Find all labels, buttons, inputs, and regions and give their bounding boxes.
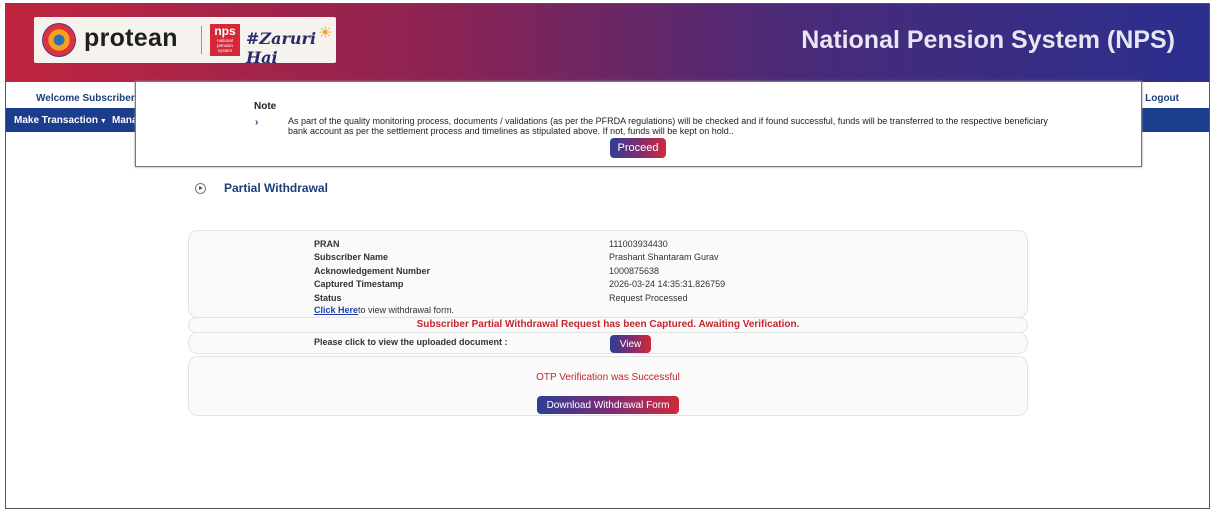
click-here-link[interactable]: Click Here — [314, 305, 358, 315]
detail-label: PRAN — [314, 239, 340, 249]
chevron-right-icon: › — [255, 117, 259, 128]
brand-name: protean — [84, 24, 178, 52]
sun-rays-icon: ☀ — [318, 25, 333, 42]
protean-logo-icon — [42, 23, 76, 57]
logo-divider — [201, 26, 202, 54]
otp-message: OTP Verification was Successful — [536, 372, 680, 383]
captured-message: Subscriber Partial Withdrawal Request ha… — [416, 319, 800, 330]
note-modal: Note › As part of the quality monitoring… — [135, 81, 1142, 167]
detail-value: Request Processed — [609, 293, 688, 303]
view-form-line: Click Hereto view withdrawal form. — [314, 305, 454, 315]
nps-logo-sub: national pension system — [217, 38, 233, 53]
nps-logo-main: nps — [214, 24, 236, 38]
detail-value: 111003934430 — [609, 239, 668, 249]
detail-value: 1000875638 — [609, 266, 660, 276]
download-withdrawal-form-button[interactable]: Download Withdrawal Form — [537, 396, 679, 414]
section-bullet-icon — [195, 183, 206, 194]
caret-down-icon: ▼ — [99, 118, 107, 125]
detail-value: Prashant Shantaram Gurav — [609, 252, 719, 262]
detail-label: Acknowledgement Number — [314, 266, 431, 276]
welcome-text: Welcome Subscriber- — [36, 93, 139, 104]
detail-value: 2026-03-24 14:35:31.826759 — [609, 279, 726, 289]
detail-label: Captured Timestamp — [314, 279, 404, 289]
logo-box: protean nps national pension system #Zar… — [34, 17, 336, 67]
nav-item-make-transaction[interactable]: Make Transaction ▼ — [14, 115, 107, 126]
view-button[interactable]: View — [610, 335, 651, 353]
detail-label: Subscriber Name — [314, 252, 389, 262]
site-header: protean nps national pension system #Zar… — [6, 4, 1209, 82]
view-form-suffix: to view withdrawal form. — [358, 305, 455, 315]
browser-frame: protean nps national pension system #Zar… — [5, 3, 1210, 509]
app-title: National Pension System (NPS) — [801, 26, 1175, 54]
note-text: As part of the quality monitoring proces… — [288, 116, 1048, 136]
nps-logo-icon: nps national pension system — [210, 24, 240, 56]
uploaded-document-panel: Please click to view the uploaded docume… — [188, 332, 1028, 354]
nav-item-label: Make Transaction — [14, 115, 98, 126]
captured-message-panel: Subscriber Partial Withdrawal Request ha… — [188, 317, 1028, 333]
uploaded-document-label: Please click to view the uploaded docume… — [314, 337, 508, 347]
logout-link[interactable]: | Logout — [1140, 93, 1179, 104]
details-panel: PRAN 111003934430 Subscriber Name Prasha… — [188, 230, 1028, 318]
note-title: Note — [254, 101, 277, 112]
detail-label: Status — [314, 293, 342, 303]
page-title: Partial Withdrawal — [224, 181, 328, 195]
nav-item-label: Mana — [112, 115, 138, 126]
nav-item-manage[interactable]: Mana — [112, 115, 138, 126]
proceed-button[interactable]: Proceed — [610, 138, 666, 158]
otp-panel: OTP Verification was Successful Download… — [188, 356, 1028, 416]
